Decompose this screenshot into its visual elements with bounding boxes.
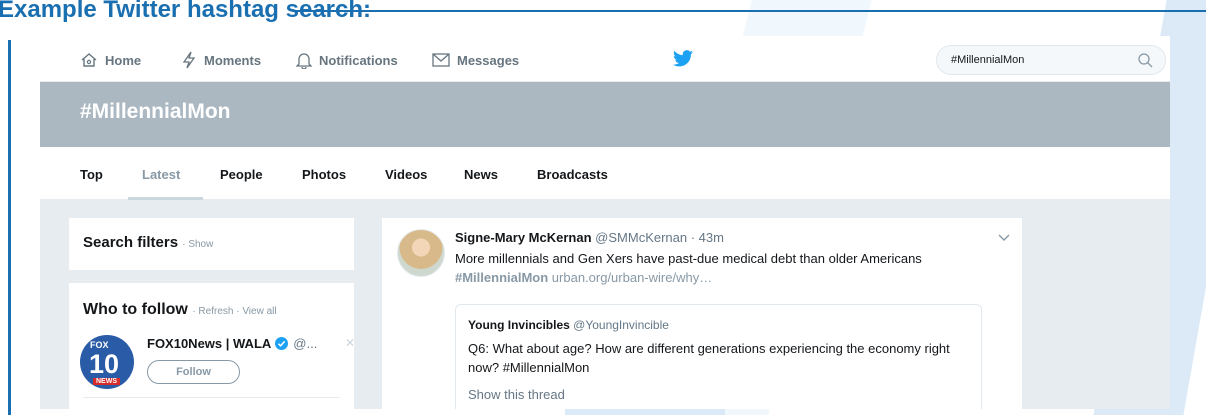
tweet-text: More millennials and Gen Xers have past-… bbox=[455, 249, 995, 287]
nav-messages[interactable]: Messages bbox=[432, 50, 519, 70]
who-to-follow-label: Who to follow bbox=[83, 301, 188, 318]
fox10-logo-number: 10 bbox=[89, 349, 120, 379]
left-rule bbox=[8, 40, 11, 415]
twitter-bird-icon[interactable] bbox=[673, 50, 693, 67]
follow-button[interactable]: Follow bbox=[147, 360, 240, 384]
search-filters-label: Search filters bbox=[83, 234, 179, 251]
tweet-link[interactable]: urban.org/urban-wire/why… bbox=[552, 270, 712, 285]
suggested-account-name-text: FOX10News | WALA bbox=[147, 336, 272, 351]
nav-home-label: Home bbox=[105, 52, 142, 68]
fox10-logo-bottom: NEWS bbox=[93, 378, 120, 385]
nav-messages-label: Messages bbox=[457, 52, 520, 68]
tab-broadcasts[interactable]: Broadcasts bbox=[537, 167, 608, 182]
show-thread-link[interactable]: Show this thread bbox=[468, 387, 565, 402]
refresh-view-all-links[interactable]: · Refresh · View all bbox=[192, 306, 276, 317]
top-navigation: Home Moments Notifications Messages #Mil… bbox=[40, 36, 1170, 82]
tweet-hashtag[interactable]: #MillennialMon bbox=[455, 270, 548, 285]
quoted-author-name: Young Invincibles bbox=[468, 318, 570, 332]
chevron-down-icon[interactable] bbox=[998, 234, 1010, 242]
search-icon[interactable] bbox=[1138, 53, 1153, 68]
search-filters-title: Search filters · Show bbox=[83, 234, 213, 251]
banner-title: #MillennialMon bbox=[80, 100, 231, 123]
search-filters-show-link[interactable]: · Show bbox=[182, 239, 213, 250]
tweet-body: More millennials and Gen Xers have past-… bbox=[455, 251, 922, 266]
envelope-icon bbox=[432, 53, 450, 67]
slide-title: Example Twitter hashtag search: bbox=[0, 0, 372, 23]
who-to-follow-title: Who to follow · Refresh · View all bbox=[83, 301, 277, 319]
quoted-tweet-text: Q6: What about age? How are different ge… bbox=[468, 341, 950, 375]
nav-home[interactable]: Home bbox=[80, 50, 141, 70]
search-banner: #MillennialMon bbox=[40, 82, 1170, 147]
quoted-tweet[interactable]: Young Invincibles @YoungInvincible Q6: W… bbox=[455, 304, 982, 409]
who-to-follow-panel: Who to follow · Refresh · View all FOX 1… bbox=[69, 283, 355, 409]
nav-moments[interactable]: Moments bbox=[181, 50, 261, 70]
quoted-author-handle: @YoungInvincible bbox=[573, 318, 669, 332]
active-tab-indicator bbox=[128, 197, 203, 200]
nav-notifications-label: Notifications bbox=[319, 52, 398, 68]
dismiss-close-icon[interactable]: ✕ bbox=[345, 336, 355, 350]
tab-latest[interactable]: Latest bbox=[142, 167, 180, 182]
suggested-account-name[interactable]: FOX10News | WALA @... bbox=[147, 336, 317, 351]
search-filters-panel: Search filters · Show bbox=[69, 218, 354, 270]
quoted-tweet-header: Young Invincibles @YoungInvincible bbox=[468, 318, 669, 332]
tweet-author-name[interactable]: Signe-Mary McKernan bbox=[455, 230, 592, 245]
verified-badge-icon bbox=[275, 337, 289, 350]
tab-top[interactable]: Top bbox=[80, 167, 103, 182]
nav-notifications[interactable]: Notifications bbox=[296, 50, 398, 70]
suggested-account-handle: @... bbox=[293, 336, 318, 351]
tweet-header: Signe-Mary McKernan @SMMcKernan · 43m bbox=[455, 230, 724, 245]
tab-people[interactable]: People bbox=[220, 167, 263, 182]
tweet-card[interactable]: Signe-Mary McKernan @SMMcKernan · 43m Mo… bbox=[382, 218, 1022, 409]
moments-icon bbox=[182, 51, 196, 69]
search-input[interactable]: #MillennialMon bbox=[936, 45, 1166, 75]
tab-news[interactable]: News bbox=[464, 167, 498, 182]
twitter-screenshot: Home Moments Notifications Messages #Mil… bbox=[40, 36, 1170, 409]
tab-photos[interactable]: Photos bbox=[302, 167, 346, 182]
tweet-handle-time[interactable]: @SMMcKernan · 43m bbox=[595, 230, 724, 245]
bell-icon bbox=[296, 53, 312, 69]
divider bbox=[83, 397, 340, 398]
nav-moments-label: Moments bbox=[204, 52, 262, 68]
avatar[interactable] bbox=[397, 229, 445, 277]
search-tabs: Top Latest People Photos Videos News Bro… bbox=[40, 147, 1170, 200]
title-rule bbox=[295, 10, 1206, 12]
search-input-value: #MillennialMon bbox=[951, 54, 1025, 66]
home-icon bbox=[81, 53, 97, 67]
fox10-logo[interactable]: FOX 10 NEWS bbox=[80, 335, 134, 389]
tab-videos[interactable]: Videos bbox=[385, 167, 427, 182]
